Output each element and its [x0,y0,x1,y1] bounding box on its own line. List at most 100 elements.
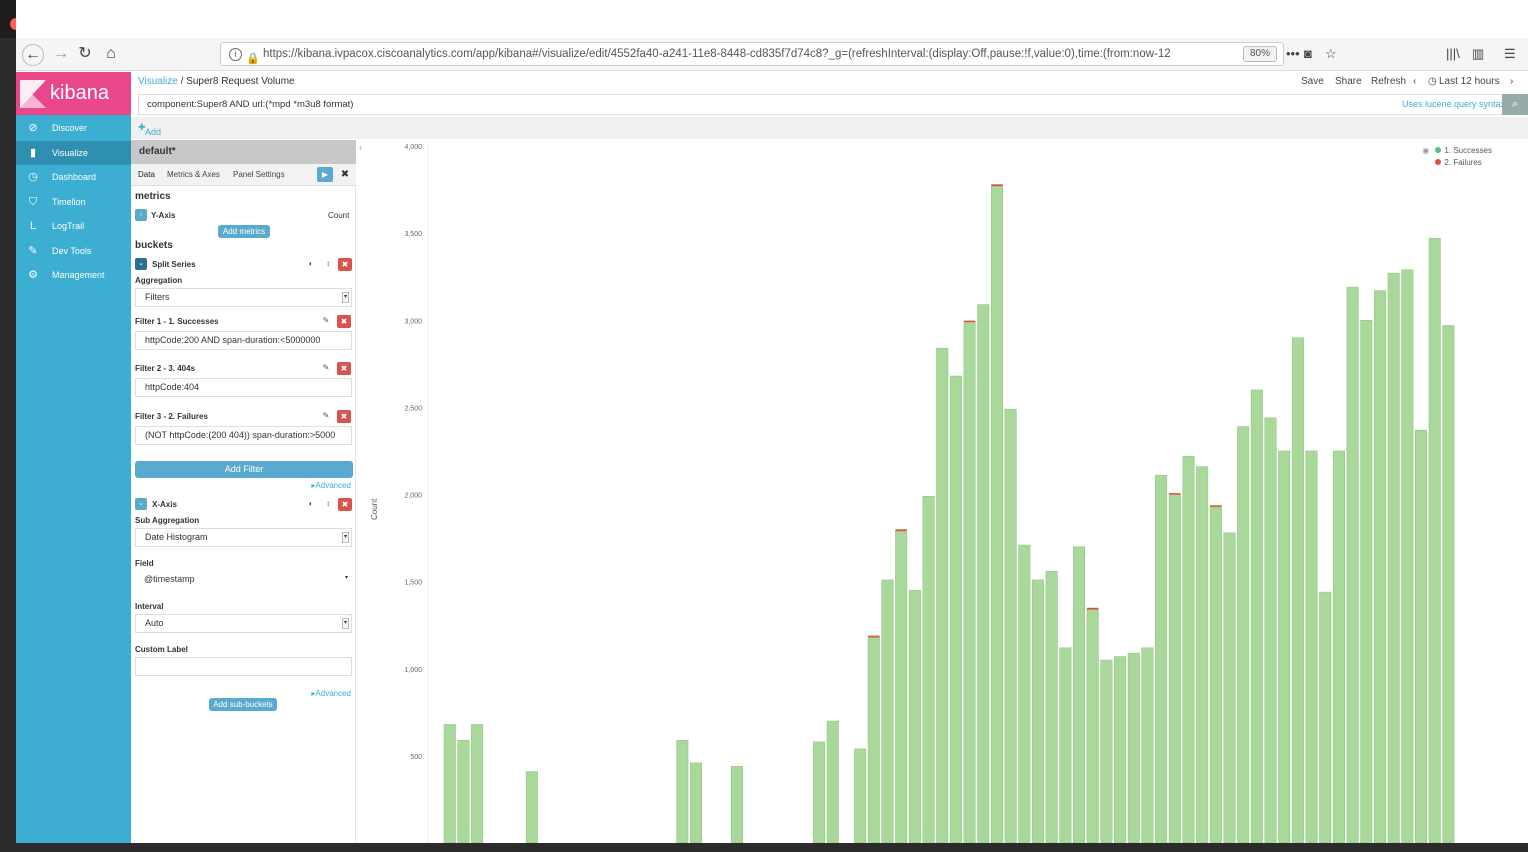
bar-successes[interactable] [471,724,484,843]
bar-failures[interactable] [991,184,1003,187]
kibana-logo[interactable]: kibana [16,72,131,115]
bar-successes[interactable] [1319,591,1332,843]
filter-query-input[interactable]: httpCode:200 AND span-duration:<5000000 [135,331,352,350]
bar-successes[interactable] [1182,455,1195,843]
library-icon[interactable]: |||\ [1446,46,1460,61]
filter-query-input[interactable]: httpCode:404 [135,378,352,397]
add-metrics-button[interactable]: Add metrics [218,225,270,238]
drag-handle-icon[interactable]: ↕ [322,258,334,270]
chevron-down-icon[interactable]: ⌄ [135,498,147,510]
chevron-down-icon[interactable]: ⌄ [135,258,147,270]
bar-successes[interactable] [1141,647,1154,843]
bar-successes[interactable] [1291,337,1304,843]
bar-successes[interactable] [1346,286,1359,843]
bar-successes[interactable] [977,304,990,843]
advanced-toggle[interactable]: ▸Advanced [311,481,351,490]
bar-successes[interactable] [990,185,1003,843]
info-icon[interactable]: i [229,48,242,61]
remove-xaxis-button[interactable]: ✖ [338,498,352,511]
bar-successes[interactable] [1018,544,1031,843]
bar-successes[interactable] [895,530,908,843]
bar-successes[interactable] [1004,408,1017,843]
time-range-picker[interactable]: Last 12 hours [1439,76,1500,87]
chevron-right-icon[interactable]: › [1510,76,1513,87]
url-bar[interactable]: i 🔒 https://kibana.ivpacox.ciscoanalytic… [220,42,1284,66]
bar-successes[interactable] [813,741,826,843]
tab-data[interactable]: Data [138,170,155,179]
aggregation-select[interactable]: Filters ▾ [135,288,352,307]
bar-successes[interactable] [676,739,689,843]
add-filter-button[interactable]: Add Filter [135,461,353,478]
legend-item[interactable]: 1. Successes [1435,146,1492,155]
more-icon[interactable]: ••• [1286,46,1300,61]
bar-successes[interactable] [457,739,470,843]
custom-label-input[interactable] [135,657,352,676]
bar-successes[interactable] [525,771,538,843]
bar-successes[interactable] [1278,450,1291,843]
tab-panel-settings[interactable]: Panel Settings [233,170,285,179]
tag-icon[interactable]: ✎ [320,315,332,327]
share-button[interactable]: Share [1335,76,1362,87]
bar-failures[interactable] [868,635,880,638]
bar-successes[interactable] [1373,290,1386,843]
bar-successes[interactable] [1155,475,1168,843]
remove-filter-button[interactable]: ✖ [337,315,351,328]
discard-changes-button[interactable]: ✖ [338,167,352,182]
toggle-icon[interactable]: ◐ [304,258,318,270]
bar-successes[interactable] [1428,238,1441,843]
bar-successes[interactable] [1360,320,1373,843]
bar-successes[interactable] [689,762,702,843]
add-sub-buckets-button[interactable]: Add sub-buckets [209,698,277,711]
bar-failures[interactable] [1086,607,1099,610]
bar-successes[interactable] [1264,417,1277,843]
tag-icon[interactable]: ✎ [320,362,332,374]
bar-successes[interactable] [1332,450,1345,843]
drag-handle-icon[interactable]: ↕ [322,498,334,510]
sidebar-item-logtrail[interactable]: L LogTrail [16,214,131,238]
bar-successes[interactable] [936,347,949,843]
sidebar-item-timelion[interactable]: ⛉ Timelion [16,190,131,214]
bar-successes[interactable] [922,495,935,843]
bar-successes[interactable] [1127,652,1140,843]
refresh-button[interactable]: Refresh [1371,76,1406,87]
lucene-syntax-link[interactable]: Uses lucene query syntax [1402,95,1505,114]
bar-successes[interactable] [1045,570,1058,843]
bar-failures[interactable] [963,320,976,323]
toggle-icon[interactable]: ◐ [304,498,318,510]
bar-successes[interactable] [908,590,921,843]
sub-aggregation-select[interactable]: Date Histogram ▾ [135,528,352,547]
bar-successes[interactable] [1387,272,1400,843]
bar-failures[interactable] [1169,493,1181,495]
bar-successes[interactable] [1305,450,1318,843]
home-button[interactable]: ⌂ [100,44,122,66]
sidebar-item-management[interactable]: ⚙ Management [16,263,131,287]
advanced-toggle-2[interactable]: ▸Advanced [311,689,351,698]
bar-successes[interactable] [826,720,839,843]
bar-successes[interactable] [1415,429,1428,843]
bar-successes[interactable] [1073,546,1086,843]
sidebar-item-visualize[interactable]: ▮ Visualize [16,140,131,165]
bar-successes[interactable] [1237,426,1250,843]
bar-successes[interactable] [1442,325,1455,843]
tab-metrics-axes[interactable]: Metrics & Axes [167,170,220,179]
interval-select[interactable]: Auto ▾ [135,614,352,633]
bar-successes[interactable] [1114,656,1127,843]
tag-icon[interactable]: ✎ [320,410,332,422]
bar-successes[interactable] [1209,506,1222,843]
add-filter-link[interactable]: Add a filter ✚ [138,122,162,157]
zoom-indicator[interactable]: 80% [1242,46,1277,62]
bar-successes[interactable] [854,748,867,843]
bar-successes[interactable] [1223,532,1236,843]
remove-bucket-button[interactable]: ✖ [338,258,352,271]
bar-successes[interactable] [443,724,456,843]
bar-successes[interactable] [1086,609,1099,843]
bar-successes[interactable] [1250,389,1263,843]
bar-successes[interactable] [1401,269,1414,843]
bar-failures[interactable] [895,529,907,532]
sidebar-item-dev-tools[interactable]: ✎ Dev Tools [16,239,131,263]
pocket-icon[interactable]: ◙ [1304,46,1312,61]
sidebar-item-discover[interactable]: ⊘ Discover [16,116,131,140]
apply-changes-button[interactable]: ▶ [317,167,333,182]
bar-successes[interactable] [1059,647,1072,843]
save-button[interactable]: Save [1301,76,1324,87]
